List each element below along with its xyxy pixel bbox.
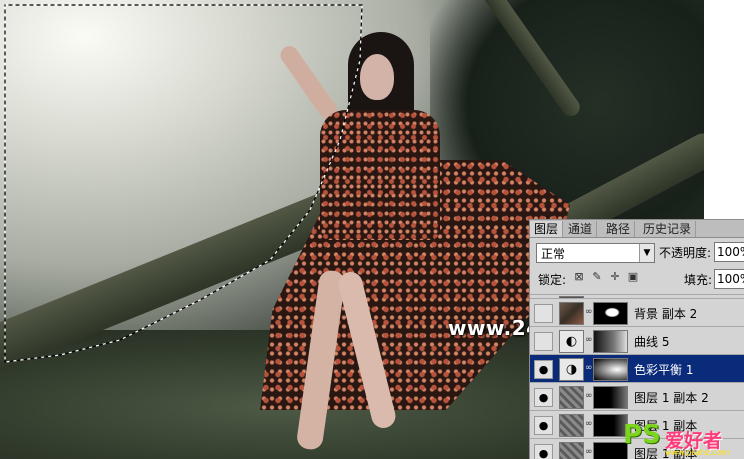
lock-options: ⊠ ✎ ✛ ▣	[572, 269, 644, 285]
logo-url-text: www.psahz.com	[665, 448, 730, 457]
lock-transparent-icon[interactable]: ⊠	[572, 270, 586, 284]
floral-bodice	[320, 110, 440, 240]
layer-row[interactable]: ∞ 背景 副本 2	[530, 298, 744, 326]
chevron-down-icon: ▼	[639, 244, 654, 262]
psahz-logo: PS 爱好者 www.psahz.com	[617, 418, 744, 459]
curves-adjustment-icon: ◐	[559, 330, 584, 353]
layer-name: 图层 1 副本 2	[634, 391, 709, 405]
layer-mask	[593, 386, 628, 409]
layer-name: 色彩平衡 1	[634, 363, 694, 377]
tab-layers[interactable]: 图层	[530, 221, 564, 237]
layer-thumbnail	[559, 442, 584, 459]
visibility-toggle[interactable]	[534, 304, 553, 323]
logo-ps-text: PS	[623, 420, 661, 450]
layer-mask	[593, 358, 628, 381]
eye-icon[interactable]: ●	[534, 360, 553, 379]
layer-mask	[593, 330, 628, 353]
brush-icon[interactable]: ✎	[590, 270, 604, 284]
opacity-label: 不透明度:	[659, 246, 712, 260]
lock-label: 锁定:	[538, 273, 567, 287]
panel-tabs: 图层 通道 路径 历史记录	[530, 220, 744, 238]
lock-icon[interactable]: ▣	[626, 270, 640, 284]
fill-field[interactable]: 100%	[714, 269, 744, 289]
blend-mode-select[interactable]: 正常 ▼	[536, 243, 655, 263]
color-balance-adjustment-icon: ◑	[559, 358, 584, 381]
eye-icon[interactable]: ●	[534, 416, 553, 435]
raised-arm	[276, 42, 342, 124]
layer-thumbnail	[559, 414, 584, 437]
layer-name: 背景 副本 2	[634, 307, 698, 321]
chain-icon: ∞	[585, 307, 593, 317]
tab-channels[interactable]: 通道	[564, 221, 598, 237]
eye-icon[interactable]: ●	[534, 388, 553, 407]
layer-row[interactable]: ◐ ∞ 曲线 5	[530, 326, 744, 354]
photoshop-workspace: www.240ps.com 图层 通道 路径 历史记录 正常 ▼ 不透明度: 1…	[0, 0, 744, 459]
tab-history[interactable]: 历史记录	[639, 221, 697, 237]
fill-label: 填充:	[684, 273, 713, 287]
tab-paths[interactable]: 路径	[602, 221, 636, 237]
layer-thumbnail	[559, 386, 584, 409]
layer-row[interactable]: ● ∞ 图层 1 副本 2	[530, 382, 744, 410]
canvas-margin	[704, 0, 744, 210]
layer-row-selected[interactable]: ● ◑ ∞ 色彩平衡 1	[530, 354, 744, 382]
chain-icon: ∞	[585, 391, 593, 401]
chain-icon: ∞	[585, 447, 593, 457]
chain-icon: ∞	[585, 335, 593, 345]
opacity-field[interactable]: 100%	[714, 242, 744, 262]
eye-icon[interactable]: ●	[534, 444, 553, 459]
layer-mask	[593, 302, 628, 325]
visibility-toggle[interactable]	[534, 332, 553, 351]
layer-thumbnail	[559, 302, 584, 325]
move-icon[interactable]: ✛	[608, 270, 622, 284]
layer-name: 曲线 5	[634, 335, 670, 349]
face	[360, 54, 394, 100]
chain-icon: ∞	[585, 363, 593, 373]
chain-icon: ∞	[585, 419, 593, 429]
blend-mode-value: 正常	[541, 247, 566, 261]
